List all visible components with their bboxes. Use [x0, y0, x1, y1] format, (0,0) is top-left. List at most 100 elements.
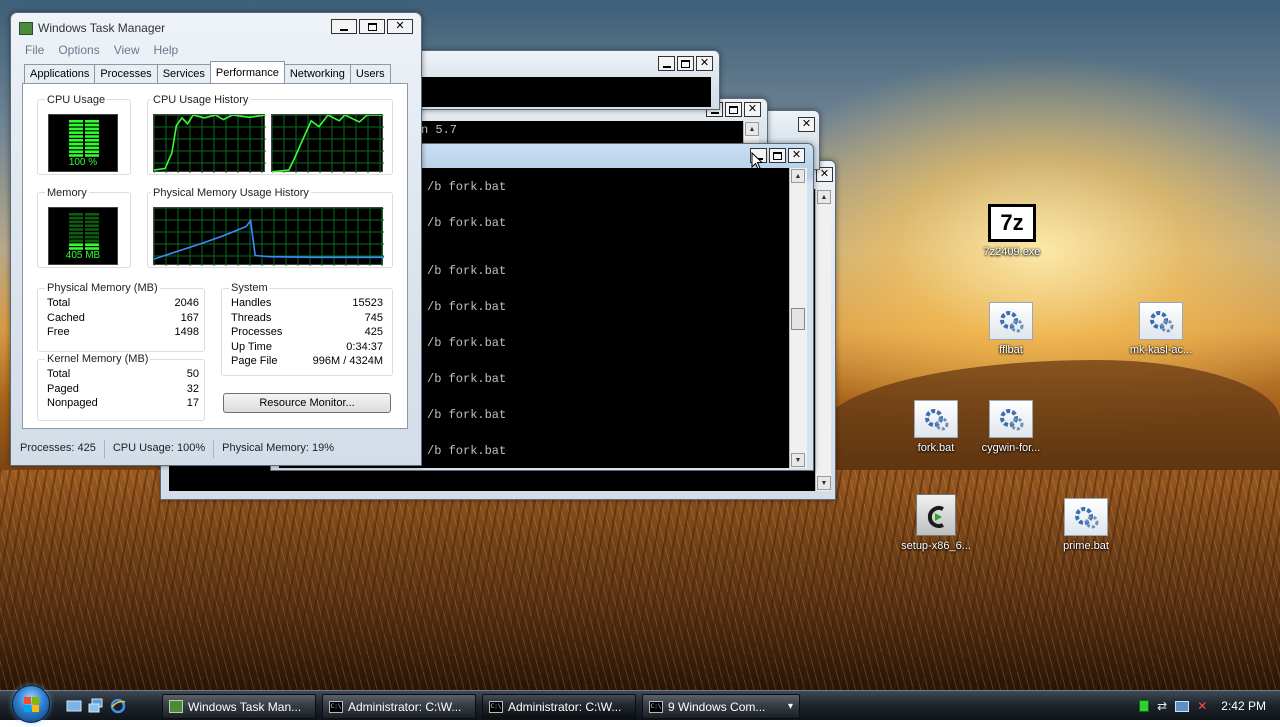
close-icon: ✕	[747, 103, 758, 115]
taskbar-button-task-manager[interactable]: Windows Task Man...	[162, 694, 316, 719]
stat-label: Total	[47, 368, 71, 380]
maximize-button[interactable]	[677, 56, 694, 71]
scroll-up-icon[interactable]: ▲	[791, 169, 805, 183]
gauge-bars	[69, 120, 99, 157]
taskbar-button-label: Administrator: C:\W...	[348, 699, 462, 714]
console-line: /b fork.bat	[427, 180, 507, 194]
resource-monitor-button[interactable]: Resource Monitor...	[223, 393, 391, 413]
console-line: /b fork.bat	[427, 372, 507, 386]
title-bar: Windows Task Manager	[19, 18, 165, 38]
console-line: n 5.7	[421, 123, 458, 137]
gauge-segment	[69, 216, 83, 220]
performance-panel: CPU Usage 100 % CPU Usage History Memory…	[22, 83, 408, 429]
gauge-segment	[85, 224, 99, 227]
tab-performance[interactable]: Performance	[209, 61, 285, 83]
scroll-down-icon[interactable]: ▼	[817, 476, 831, 490]
scroll-up-icon[interactable]: ▲	[817, 190, 831, 204]
taskbar-button-cmd-group[interactable]: C:\ 9 Windows Com... ▾	[642, 694, 800, 719]
tab-services[interactable]: Services	[156, 64, 211, 83]
maximize-button[interactable]	[359, 19, 385, 34]
close-button[interactable]: ✕	[798, 117, 815, 132]
scroll-down-icon[interactable]: ▼	[791, 453, 805, 467]
gauge-segment	[85, 142, 99, 146]
kernel-memory-stats: Total 50 Paged 32 Nonpaged 17	[47, 368, 199, 412]
close-button[interactable]: ✕	[788, 148, 805, 163]
close-button[interactable]: ✕	[744, 102, 761, 117]
system-tray: ⇄ ✕ 2:42 PM	[1139, 691, 1280, 721]
desktop-icon-fflbat[interactable]: fflbat	[971, 302, 1051, 356]
tab-processes[interactable]: Processes	[94, 64, 158, 83]
desktop-icon-cygwin-fork[interactable]: cygwin-for...	[971, 400, 1051, 454]
close-button[interactable]: ✕	[696, 56, 713, 71]
cmd-icon: C:\	[329, 700, 343, 713]
history-trace	[153, 218, 384, 260]
tray-arrows-icon[interactable]: ⇄	[1157, 699, 1167, 713]
stat-row: Nonpaged 17	[47, 397, 199, 412]
stat-label: Up Time	[231, 340, 272, 353]
gauge-segment	[69, 224, 83, 227]
gauge-segment	[69, 142, 83, 146]
scroll-up-icon[interactable]: ▲	[745, 122, 759, 136]
clock[interactable]: 2:42 PM	[1221, 699, 1266, 713]
gauge-segment	[85, 232, 99, 235]
internet-explorer-icon[interactable]	[110, 698, 126, 714]
scrollbar-thumb[interactable]	[791, 308, 805, 330]
show-desktop-icon[interactable]	[66, 698, 82, 714]
batch-file-icon	[989, 302, 1033, 340]
gauge-segment	[85, 150, 99, 153]
mouse-cursor-icon	[751, 152, 763, 170]
minimize-icon	[710, 111, 719, 114]
close-button[interactable]: ✕	[387, 19, 413, 34]
close-icon: ✕	[791, 149, 802, 161]
menu-view[interactable]: View	[114, 43, 140, 57]
console-line: /b fork.bat	[427, 300, 507, 314]
system-header: System	[229, 282, 270, 294]
stat-value: 2046	[174, 297, 199, 309]
maximize-icon	[773, 151, 782, 160]
console-line: /b fork.bat	[427, 444, 507, 458]
stat-label: Threads	[231, 311, 272, 324]
desktop-icon-prime-bat[interactable]: prime.bat	[1046, 498, 1126, 552]
stat-label: Total	[47, 297, 71, 309]
scrollbar[interactable]: ▲ ▼	[815, 189, 831, 491]
monitor-icon[interactable]	[1175, 700, 1190, 712]
desktop-icon-setup-x86[interactable]: setup-x86_6...	[896, 494, 976, 552]
scrollbar[interactable]: ▲ ▼	[789, 168, 807, 468]
taskbar-button-label: Administrator: C:\W...	[508, 699, 622, 714]
tab-applications[interactable]: Applications	[24, 64, 96, 83]
maximize-button[interactable]	[725, 102, 742, 117]
tab-users[interactable]: Users	[349, 64, 391, 83]
cmd-icon: C:\	[489, 700, 503, 713]
console-line: /b fork.bat	[427, 408, 507, 422]
menu-help[interactable]: Help	[154, 43, 179, 57]
cpu-history-graph-core-1	[153, 114, 267, 173]
taskbar-button-cmd-2[interactable]: C:\ Administrator: C:\W...	[482, 694, 636, 719]
desktop-icon-fork-bat[interactable]: fork.bat	[896, 400, 976, 454]
switch-windows-icon[interactable]	[88, 698, 104, 714]
menu-file[interactable]: File	[25, 43, 44, 57]
gauge-segment	[85, 239, 99, 243]
minimize-button[interactable]	[331, 19, 357, 34]
desktop-icon-label: prime.bat	[1063, 540, 1109, 552]
menu-options[interactable]: Options	[58, 43, 99, 57]
batch-file-icon	[1064, 498, 1108, 536]
stat-value: 425	[364, 326, 383, 338]
desktop-icon-mk-kasl[interactable]: mk-kasl-ac...	[1121, 302, 1201, 356]
start-button[interactable]	[12, 685, 50, 723]
network-icon[interactable]	[1139, 700, 1150, 712]
minimize-button[interactable]	[658, 56, 675, 71]
history-graph-svg	[271, 113, 384, 173]
tab-networking[interactable]: Networking	[283, 64, 351, 83]
maximize-button[interactable]	[769, 148, 786, 163]
status-cpu: CPU Usage: 100%	[105, 440, 215, 458]
taskbar-button-cmd-1[interactable]: C:\ Administrator: C:\W...	[322, 694, 476, 719]
gauge-segment	[85, 228, 99, 231]
history-graph-svg	[153, 207, 384, 266]
close-icon: ✕	[801, 118, 812, 130]
phys-memory-history-graph	[153, 207, 384, 266]
history-trace	[153, 114, 267, 171]
cygwin-setup-icon	[916, 494, 956, 536]
history-graph-svg	[153, 114, 267, 173]
volume-muted-icon[interactable]: ✕	[1197, 699, 1207, 713]
desktop-icon-7zip[interactable]: 7z 7z2409.exe	[972, 204, 1052, 258]
